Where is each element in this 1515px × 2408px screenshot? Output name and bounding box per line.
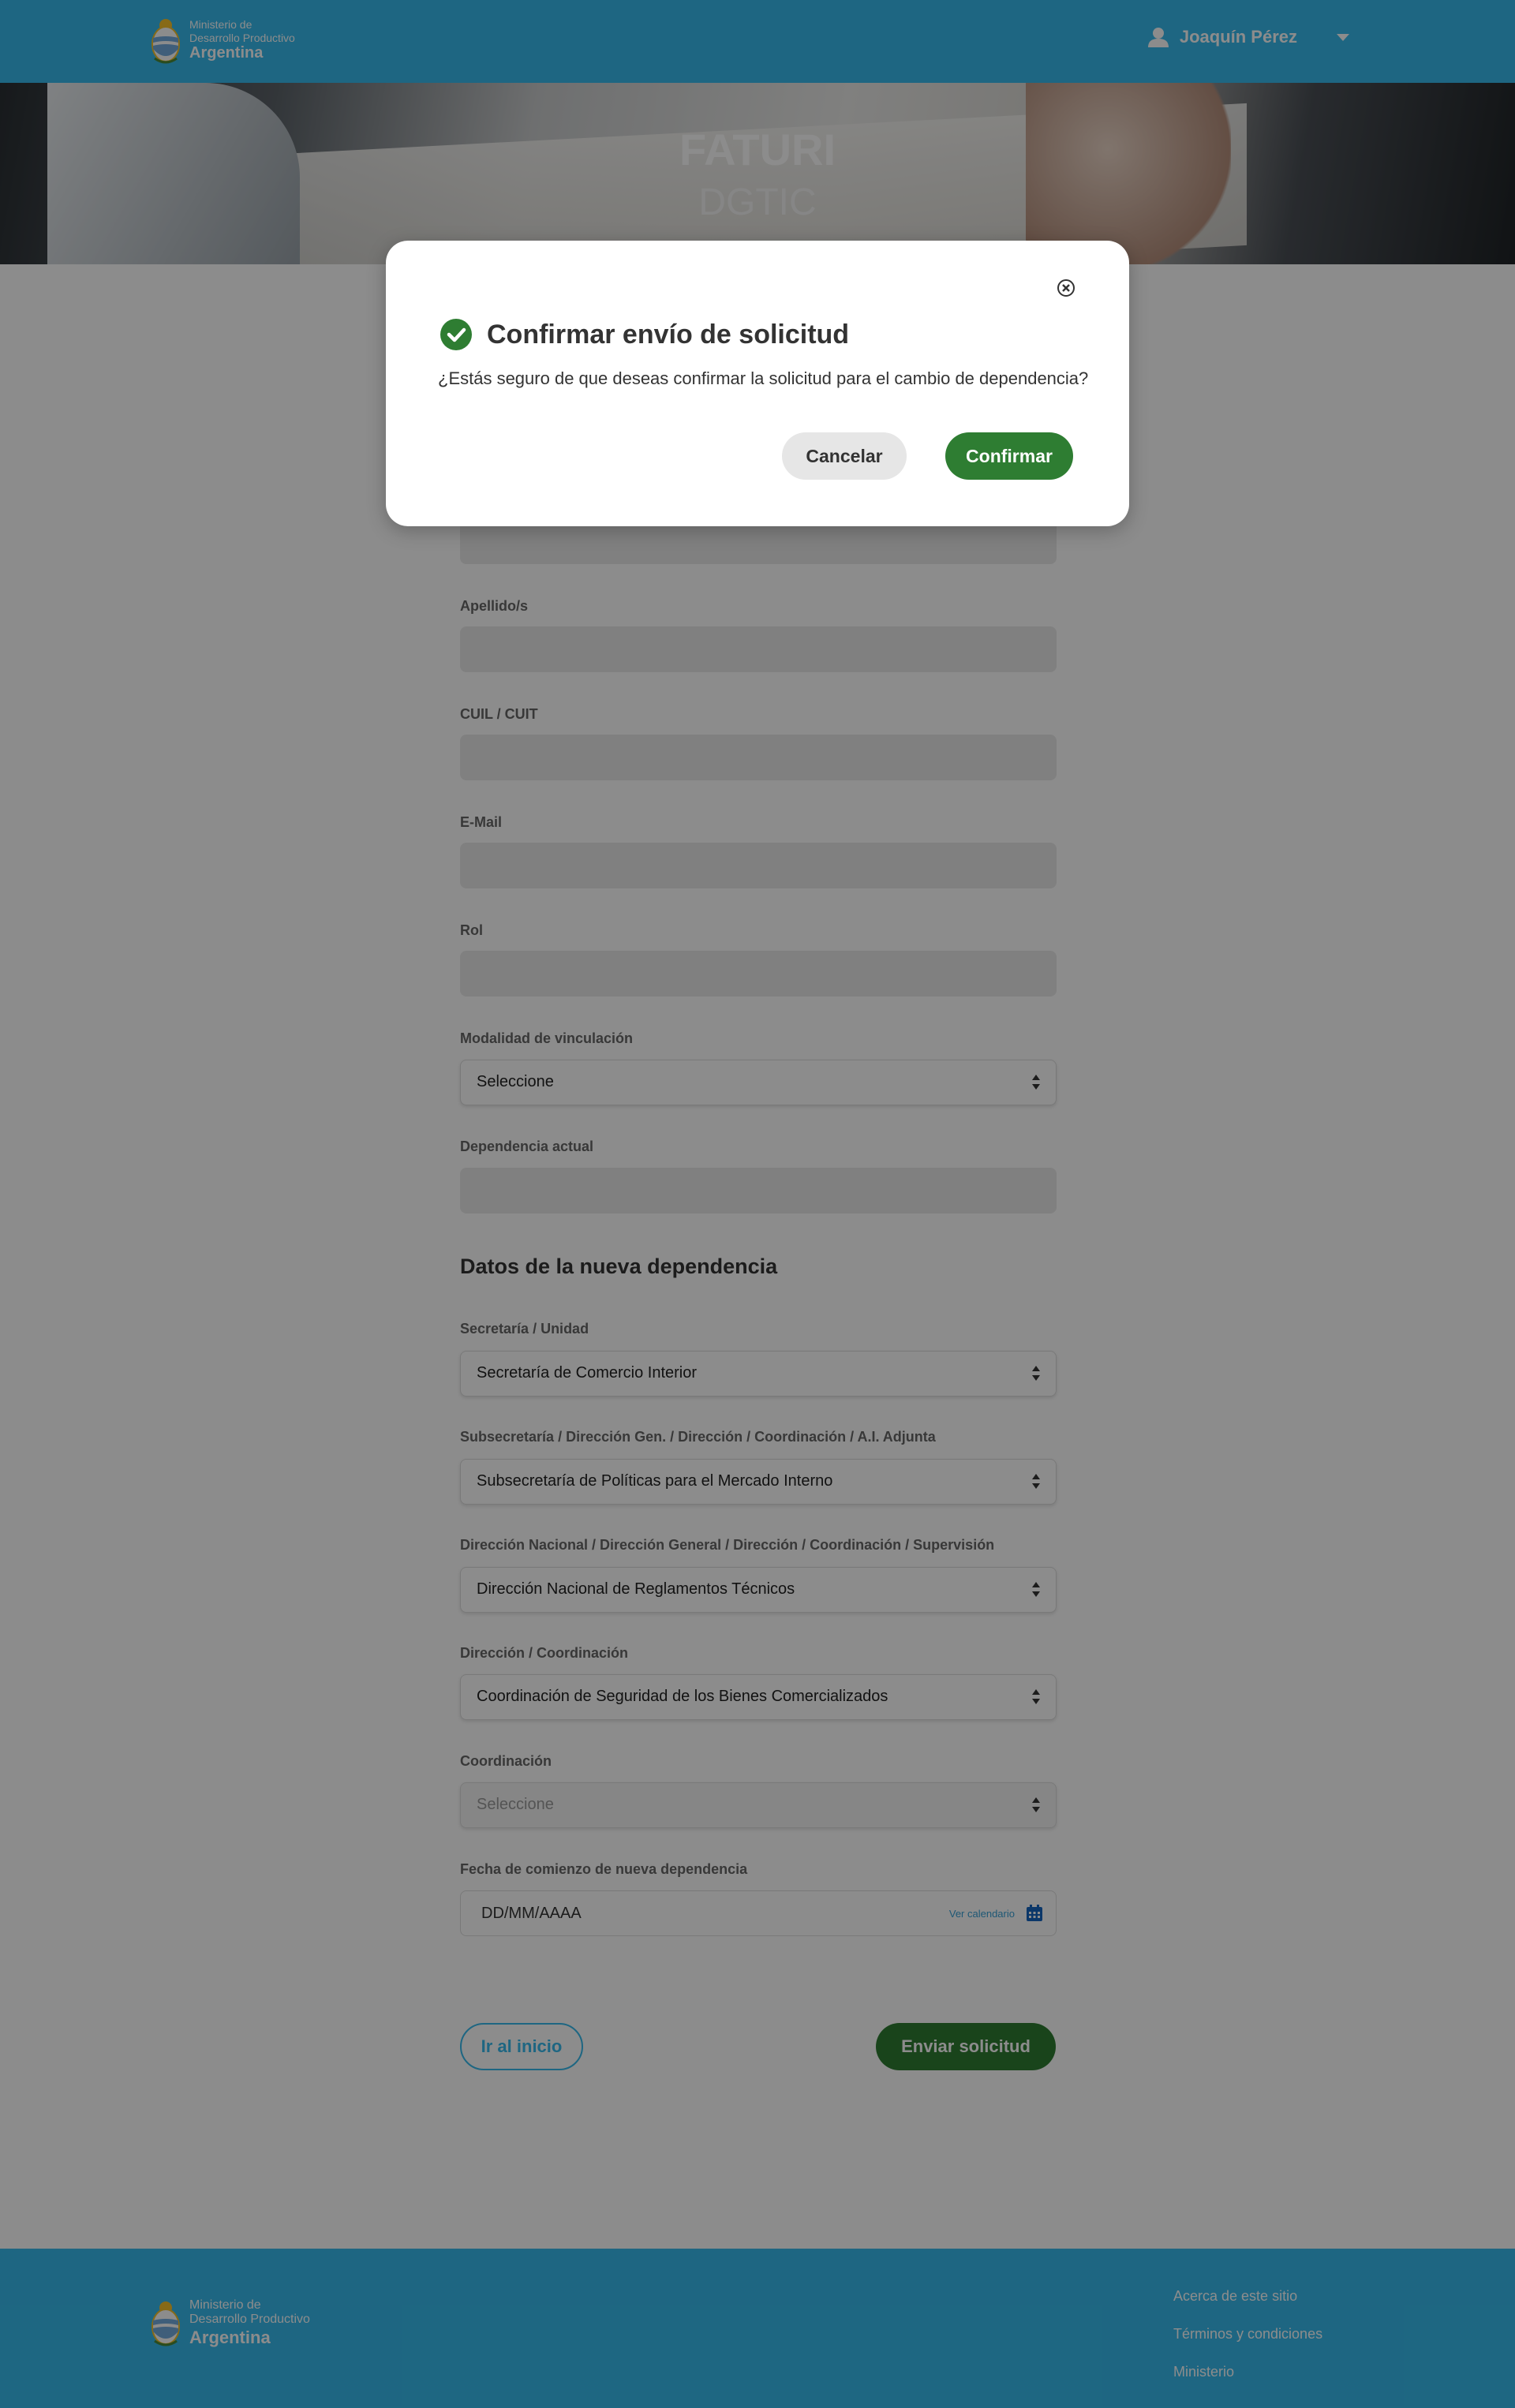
cancel-button[interactable]: Cancelar — [782, 432, 907, 480]
confirm-button[interactable]: Confirmar — [945, 432, 1073, 480]
confirm-dialog: Confirmar envío de solicitud ¿Estás segu… — [386, 241, 1129, 526]
check-circle-icon — [440, 319, 472, 350]
close-icon[interactable] — [1057, 279, 1075, 297]
modal-message: ¿Estás seguro de que deseas confirmar la… — [438, 368, 1089, 388]
modal-title: Confirmar envío de solicitud — [487, 320, 850, 350]
